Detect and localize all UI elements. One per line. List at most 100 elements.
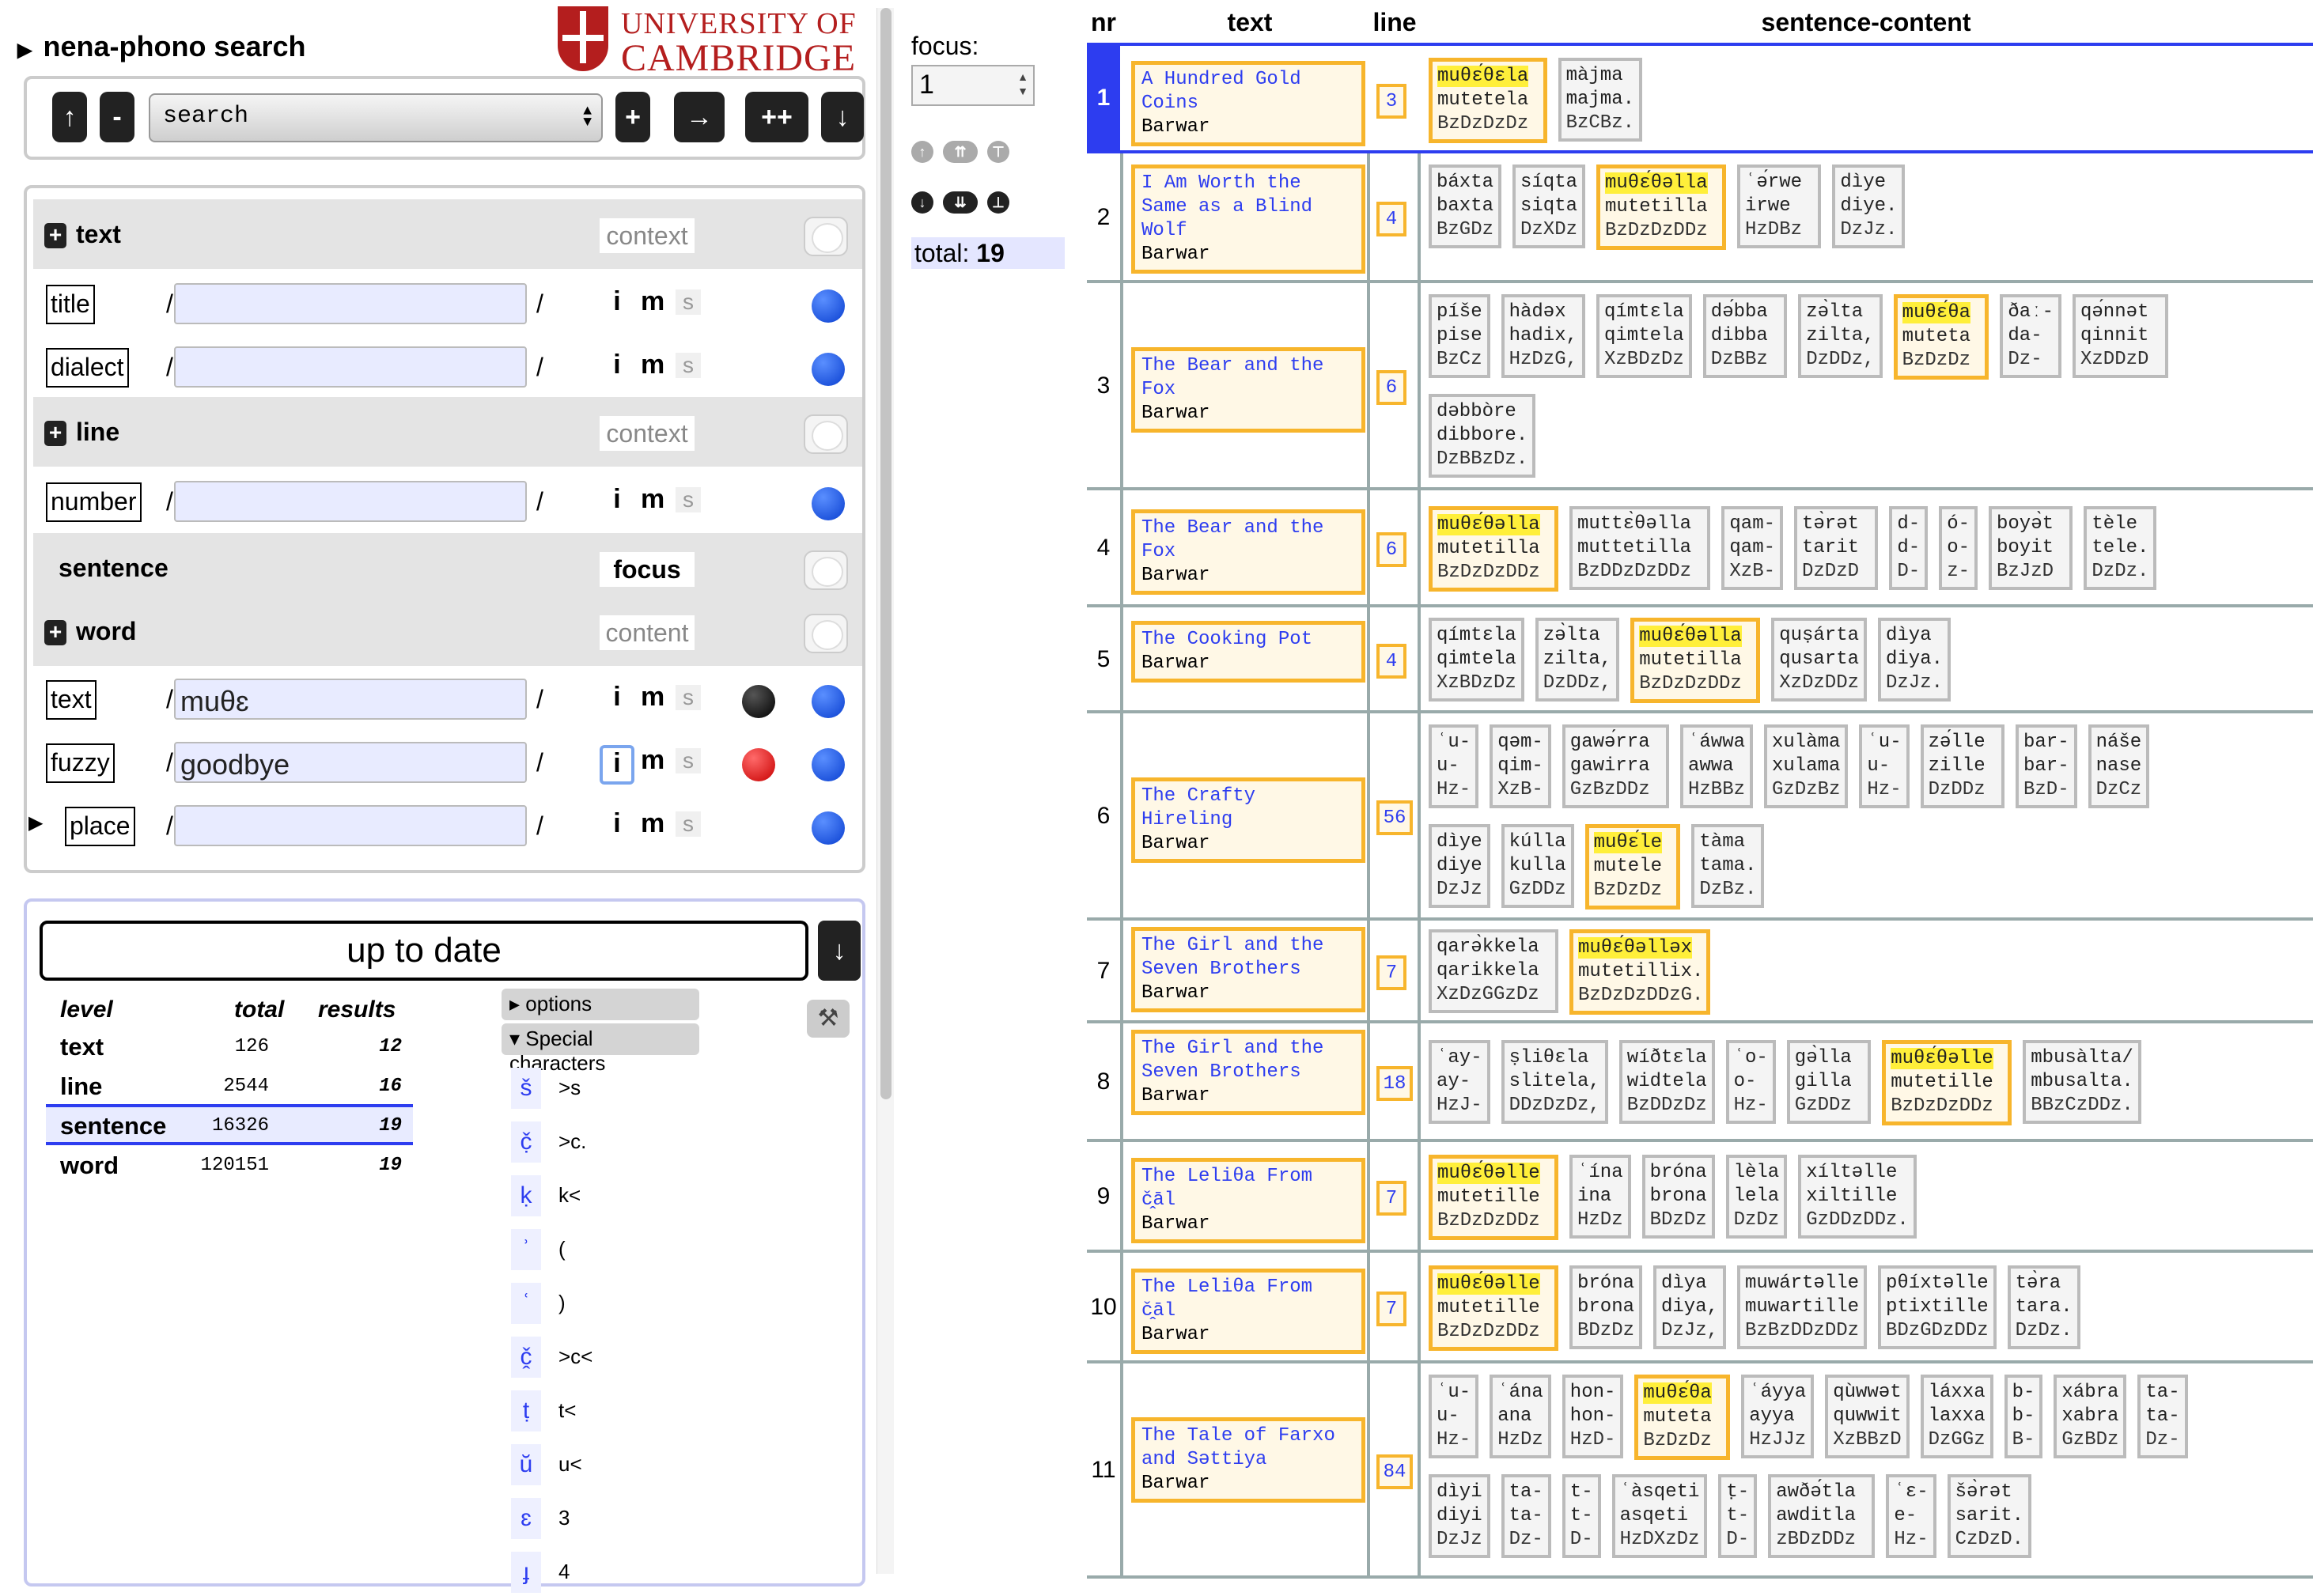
word-box[interactable]: boyə̀t boyit BzJzD [1989, 506, 2073, 590]
focus-input[interactable]: 1 ▲ ▼ [911, 65, 1035, 106]
fuzzy-feature-label[interactable]: fuzzy [46, 743, 115, 783]
move-up-button[interactable]: ↑ [52, 92, 87, 142]
multiline-flag[interactable]: m [641, 745, 664, 776]
result-row[interactable]: 7 The Girl and the Seven Brothers Barwar 7 q… [1087, 922, 2313, 1023]
word-box[interactable]: b-b- B- [2004, 1375, 2043, 1458]
word-box[interactable]: muθɛ́θəlla mutetilla BzDzDzDDz [1596, 165, 1726, 250]
word-box[interactable]: xíltəlle xiltille GzDDzDDz. [1798, 1155, 1917, 1239]
number-feature-label[interactable]: number [46, 482, 142, 522]
word-box[interactable]: tàma tama. DzBz. [1691, 824, 1765, 908]
text-cell[interactable]: A Hundred Gold Coins Barwar [1131, 61, 1365, 146]
word-box[interactable]: wíðtɛla widtela BzDDzDz [1618, 1040, 1715, 1124]
special-char-item[interactable]: ʿ) [511, 1283, 669, 1327]
word-content-button[interactable]: content [600, 615, 695, 650]
word-box[interactable]: dìya diya, DzJz, [1653, 1265, 1726, 1349]
prev-up-icon[interactable]: ↑ [911, 141, 933, 163]
word-box[interactable]: šə̀rət sarit. CzDzD. [1947, 1474, 2031, 1558]
highlight-color-toggle[interactable] [742, 685, 775, 718]
special-char-glyph[interactable]: ṭ [511, 1390, 541, 1431]
collapse-triangle-icon[interactable]: ▶ [17, 40, 32, 61]
result-row[interactable]: 4 The Bear and the Fox Barwar 6 muθɛ́θəlla mu… [1087, 492, 2313, 607]
result-row[interactable]: 5 The Cooking Pot Barwar 4 qímtɛla qimtela XzB… [1087, 609, 2313, 713]
result-row[interactable]: 3 The Bear and the Fox Barwar 6 píše pise BzCz… [1087, 285, 2313, 490]
word-box[interactable]: muθɛ́θəlle mutetille BzDzDzDDz [1429, 1155, 1558, 1240]
options-summary[interactable]: ▸ options [502, 989, 699, 1020]
special-char-item[interactable]: č̭ >c< [511, 1337, 669, 1381]
text-context-button[interactable]: context [600, 218, 695, 253]
show-number-toggle[interactable] [812, 487, 845, 520]
stats-row-sentence[interactable]: sentence 16326 19 [46, 1104, 413, 1145]
highlight-color-toggle[interactable] [742, 748, 775, 781]
expand-place-triangle-icon[interactable]: ▶ [28, 811, 43, 834]
multiline-flag[interactable]: m [641, 286, 664, 317]
title-input[interactable] [174, 283, 527, 324]
word-box[interactable]: qə́nnət qinnit XzDDzD [2073, 294, 2168, 378]
word-box[interactable]: píše pise BzCz [1429, 294, 1490, 378]
text-title[interactable]: The Crafty Hireling [1141, 785, 1355, 832]
word-box[interactable]: quṣárta qusarta XzDzDDz [1771, 618, 1867, 702]
show-place-toggle[interactable] [812, 811, 845, 845]
left-scrollbar[interactable] [876, 8, 894, 1574]
word-box[interactable]: báxta baxta BzGDz [1429, 165, 1501, 248]
word-box[interactable]: ṣliθɛla slitela, DDzDzDz, [1501, 1040, 1608, 1124]
word-box[interactable]: gə̀lla gilla GzDDz [1786, 1040, 1872, 1124]
text-cell[interactable]: The Bear and the Fox Barwar [1131, 347, 1365, 433]
next-down-icon[interactable]: ↓ [911, 191, 933, 214]
word-box[interactable]: tə̀ra tara. DzDz. [2007, 1265, 2080, 1349]
word-box[interactable]: muwártəlle muwartille BzBzDDzDDz [1737, 1265, 1867, 1349]
word-box[interactable]: dìye diye DzJz [1429, 824, 1490, 908]
special-char-glyph[interactable]: ḳ [511, 1175, 541, 1216]
special-char-item[interactable]: ɟ4 [511, 1552, 669, 1596]
word-box[interactable]: ʿàsqeti asqeti HzDXzDz [1611, 1474, 1708, 1558]
special-char-item[interactable]: ʾ( [511, 1229, 669, 1273]
word-box[interactable]: gawə́rra gawirra GzBzDDz [1562, 724, 1669, 808]
delete-button[interactable]: - [100, 92, 134, 142]
word-box[interactable]: qùwwət quwwit XzBBzD [1825, 1375, 1910, 1458]
word-box[interactable]: ðaː-da- Dz- [2000, 294, 2061, 378]
word-box[interactable]: muttɛ̀θəlla muttetilla BzDDzDzDDz [1569, 506, 1711, 590]
single-line-flag[interactable]: s [676, 289, 701, 315]
single-line-flag[interactable]: s [676, 353, 701, 378]
word-box[interactable]: muθɛ́le mutele BzDzDz [1584, 824, 1681, 910]
prev-page-icon[interactable]: ⇈ [943, 141, 978, 163]
expand-text-button[interactable]: + [44, 223, 66, 248]
number-input[interactable] [174, 481, 527, 522]
line-display-toggle[interactable] [804, 414, 848, 454]
word-box[interactable]: xábra xabra GzBDz [2054, 1375, 2127, 1458]
line-cell[interactable]: 6 [1376, 370, 1406, 405]
word-box[interactable]: láxxa laxxa DzGGz [1920, 1375, 1993, 1458]
word-box[interactable]: hon-hon- HzD- [1562, 1375, 1624, 1458]
multiline-flag[interactable]: m [641, 808, 664, 839]
text-cell[interactable]: The Girl and the Seven Brothers Barwar [1131, 1030, 1365, 1115]
result-row[interactable]: 1A Hundred Gold Coins Barwar 3 muθɛ́θɛla mut… [1087, 43, 2313, 153]
text-title[interactable]: I Am Worth the Same as a Blind Wolf [1141, 172, 1355, 243]
result-row[interactable]: 8 The Girl and the Seven Brothers Barwar 18… [1087, 1025, 2313, 1142]
single-line-flag[interactable]: s [676, 487, 701, 512]
multiline-flag[interactable]: m [641, 350, 664, 380]
scrollbar-thumb[interactable] [880, 8, 892, 1099]
word-box[interactable]: muθɛ́θəlla mutetilla BzDzDzDDz [1630, 618, 1761, 703]
word-box[interactable]: hàdəx hadix, HzDzG, [1501, 294, 1585, 378]
word-box[interactable]: náše nase DzCz [2088, 724, 2150, 808]
word-box[interactable]: dìyi diyi DzJz [1429, 1474, 1490, 1558]
multiline-flag[interactable]: m [641, 484, 664, 515]
text-cell[interactable]: The Leliθa From č̭āl Barwar [1131, 1158, 1365, 1243]
add-all-button[interactable]: ++ [745, 92, 808, 142]
text-title[interactable]: The Bear and the Fox [1141, 354, 1355, 402]
word-box[interactable]: mbusàlta/mbusalta. BBzCzDDz. [2023, 1040, 2141, 1124]
special-char-item[interactable]: č̣ >c. [511, 1121, 669, 1166]
title-feature-label[interactable]: title [46, 285, 95, 324]
word-box[interactable]: ʿána ana HzDz [1490, 1375, 1551, 1458]
single-line-flag[interactable]: s [676, 811, 701, 837]
text-cell[interactable]: The Tale of Farxo and Səttiya Barwar [1131, 1417, 1365, 1503]
special-char-glyph[interactable]: ŭ [511, 1444, 541, 1485]
single-line-flag[interactable]: s [676, 685, 701, 710]
text-title[interactable]: The Bear and the Fox [1141, 516, 1355, 564]
word-box[interactable]: t-t- D- [1562, 1474, 1601, 1558]
word-box[interactable]: ṭ-t- D- [1718, 1474, 1758, 1558]
word-box[interactable]: ó-o-z- [1939, 506, 1978, 590]
search-select[interactable]: search ▲ ▼ [149, 93, 603, 142]
word-box[interactable]: qímtɛla qimtela XzBDzDz [1596, 294, 1692, 378]
case-insensitive-flag[interactable]: i [600, 286, 634, 326]
result-row[interactable]: 10 The Leliθa From č̭āl Barwar 7 muθɛ́θəlle m… [1087, 1254, 2313, 1363]
